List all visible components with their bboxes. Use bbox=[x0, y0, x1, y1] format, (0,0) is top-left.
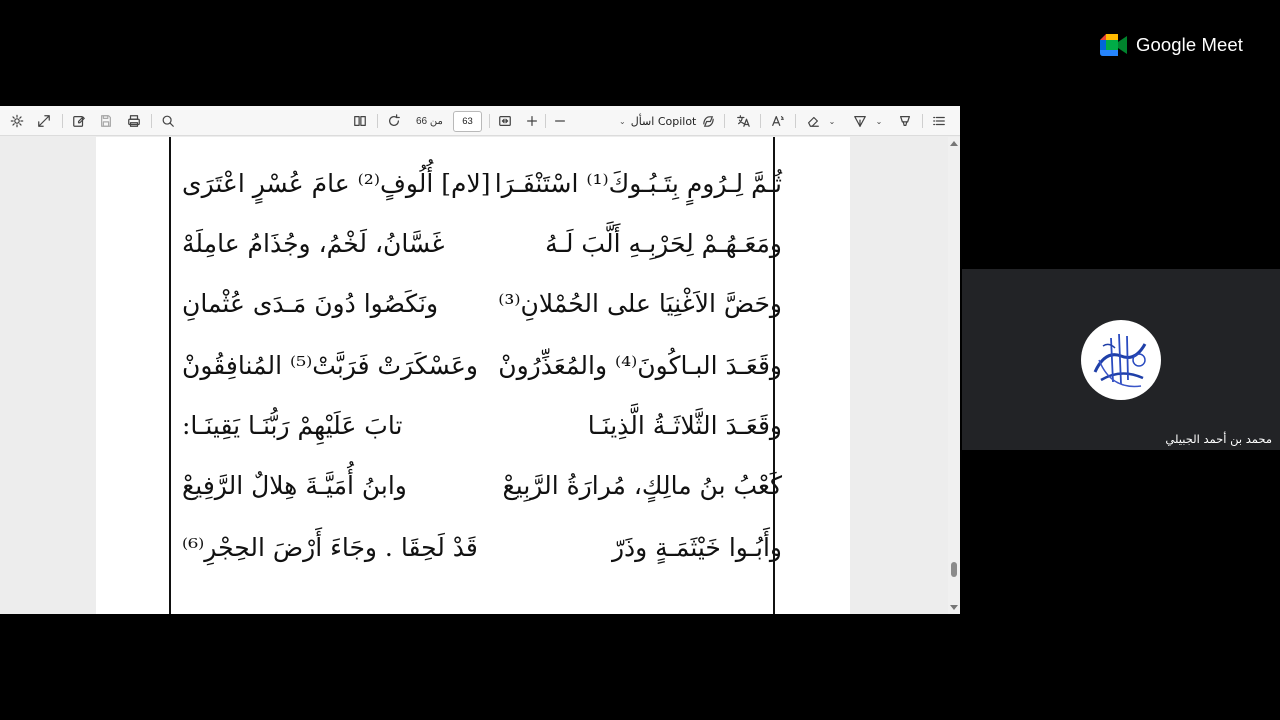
verse-first-hemistich: وحَضَّ الاَغْنِيَا على الحُمْلانِ⁽³⁾ bbox=[498, 289, 782, 318]
verse-second-hemistich: وعَسْكَرَتْ فَرَبَّتْ⁽⁵⁾ المُنافِقُونْ bbox=[182, 351, 478, 380]
page-total: من 66 bbox=[416, 115, 443, 127]
verse-first-hemistich: وقَعَـدَ البـاكُونَ⁽⁴⁾ والمُعَذِّرُونْ bbox=[498, 351, 782, 380]
copilot-icon bbox=[703, 115, 715, 127]
fit-width-icon[interactable] bbox=[496, 106, 514, 136]
page-view-icon[interactable] bbox=[351, 106, 369, 136]
verse-second-hemistich: قَدْ لَحِقَا . وجَاءَ أَرْضَ الحِجْرِ⁽⁶⁾ bbox=[182, 533, 478, 562]
meet-camera-icon bbox=[1100, 34, 1127, 56]
participant-tile[interactable]: محمد بن أحمد الجبيلي bbox=[962, 269, 1280, 450]
expand-icon[interactable] bbox=[35, 106, 53, 136]
save-icon[interactable] bbox=[97, 106, 115, 136]
verse-line: ثُـمَّ لِـرُومٍ بِتَـبُـوكَ⁽¹⁾ اسْتَنْفَ… bbox=[182, 169, 782, 219]
chevron-down-icon[interactable]: ⌄ bbox=[826, 106, 838, 136]
verse-second-hemistich: غَسَّانُ، لَخْمُ، وجُذَامُ عامِلَهْ bbox=[182, 229, 445, 258]
verse-first-hemistich: وأَبُـوا خَيْثَمَـةٍ وذَرّ bbox=[611, 533, 782, 562]
ask-copilot-button[interactable]: ⌄ اسأل Copilot bbox=[619, 106, 716, 136]
scroll-down-icon[interactable] bbox=[950, 605, 958, 610]
draw-icon[interactable] bbox=[851, 106, 869, 136]
verse-second-hemistich: تابَ عَلَيْهِمْ رَبُّنَـا يَقِينَـا: bbox=[182, 411, 403, 440]
chevron-down-icon: ⌄ bbox=[619, 116, 626, 126]
toolbar-divider bbox=[724, 114, 725, 128]
vertical-scrollbar[interactable] bbox=[948, 137, 960, 614]
current-page-input[interactable]: 63 bbox=[453, 111, 482, 132]
scroll-up-icon[interactable] bbox=[950, 141, 958, 146]
verse-line: ومَعَـهُـمْ لِحَرْبِـهِ أَلَّبَ لَـهُ غَ… bbox=[182, 229, 782, 279]
verse-line: وأَبُـوا خَيْثَمَـةٍ وذَرّ قَدْ لَحِقَا … bbox=[182, 533, 782, 583]
avatar bbox=[1081, 320, 1161, 400]
edit-icon[interactable] bbox=[70, 106, 88, 136]
translate-icon[interactable] bbox=[734, 106, 752, 136]
read-aloud-icon[interactable] bbox=[769, 106, 787, 136]
contents-icon[interactable] bbox=[930, 106, 948, 136]
toolbar-divider bbox=[62, 114, 63, 128]
verse-first-hemistich: كَعْبُ بنُ مالِكٍ، مُرارَةُ الرَّبِيعْ bbox=[502, 471, 782, 500]
copilot-label: اسأل Copilot bbox=[630, 114, 697, 128]
pdf-toolbar: من 66 63 ⌄ اسأل Copilot ⌄ ⌄ bbox=[0, 106, 960, 136]
toolbar-divider bbox=[377, 114, 378, 128]
scrollbar-thumb[interactable] bbox=[951, 562, 957, 577]
settings-icon[interactable] bbox=[8, 106, 26, 136]
toolbar-divider bbox=[760, 114, 761, 128]
calligraphy-logo-icon bbox=[1083, 322, 1159, 398]
zoom-in-icon[interactable] bbox=[523, 106, 541, 136]
erase-icon[interactable] bbox=[804, 106, 822, 136]
toolbar-divider bbox=[151, 114, 152, 128]
toolbar-divider bbox=[922, 114, 923, 128]
verse-line: وقَعَـدَ الثَّلاثَـةُ الَّذِينَـا تابَ ع… bbox=[182, 411, 782, 461]
verse-first-hemistich: ثُـمَّ لِـرُومٍ بِتَـبُـوكَ⁽¹⁾ اسْتَنْفَ… bbox=[494, 169, 782, 198]
toolbar-divider bbox=[545, 114, 546, 128]
toolbar-divider bbox=[795, 114, 796, 128]
rotate-icon[interactable] bbox=[385, 106, 403, 136]
meet-call-screen: Google Meet من 66 63 ⌄ اسأل Copilot ⌄ ⌄ … bbox=[0, 0, 1280, 720]
verse-second-hemistich: [لام] أُلُوفٍ⁽²⁾ عامَ عُسْرٍ اعْتَرَى bbox=[182, 169, 491, 198]
verse-line: وحَضَّ الاَغْنِيَا على الحُمْلانِ⁽³⁾ ونَ… bbox=[182, 289, 782, 339]
search-icon[interactable] bbox=[159, 106, 177, 136]
shared-screen: من 66 63 ⌄ اسأل Copilot ⌄ ⌄ ثُـمَّ لِـرُ… bbox=[0, 106, 960, 614]
print-icon[interactable] bbox=[125, 106, 143, 136]
verse-first-hemistich: ومَعَـهُـمْ لِحَرْبِـهِ أَلَّبَ لَـهُ bbox=[545, 229, 782, 258]
chevron-down-icon[interactable]: ⌄ bbox=[873, 106, 885, 136]
pdf-viewer: ثُـمَّ لِـرُومٍ بِتَـبُـوكَ⁽¹⁾ اسْتَنْفَ… bbox=[0, 137, 960, 614]
google-meet-logo: Google Meet bbox=[1100, 34, 1243, 56]
toolbar-divider bbox=[489, 114, 490, 128]
highlight-icon[interactable] bbox=[896, 106, 914, 136]
verse-first-hemistich: وقَعَـدَ الثَّلاثَـةُ الَّذِينَـا bbox=[587, 411, 782, 440]
verse-second-hemistich: وابنُ أُمَيَّـةَ هِلالٌ الرَّفِيعْ bbox=[182, 471, 407, 500]
verse-line: كَعْبُ بنُ مالِكٍ، مُرارَةُ الرَّبِيعْ و… bbox=[182, 471, 782, 521]
meet-brand-text: Google Meet bbox=[1136, 34, 1244, 55]
zoom-out-icon[interactable] bbox=[551, 106, 569, 136]
participant-name: محمد بن أحمد الجبيلي bbox=[1165, 432, 1272, 446]
page-border-left bbox=[169, 137, 171, 614]
verse-line: وقَعَـدَ البـاكُونَ⁽⁴⁾ والمُعَذِّرُونْ و… bbox=[182, 351, 782, 401]
verse-second-hemistich: ونَكَصُوا دُونَ مَـدَى عُثْمانِ bbox=[182, 289, 439, 318]
